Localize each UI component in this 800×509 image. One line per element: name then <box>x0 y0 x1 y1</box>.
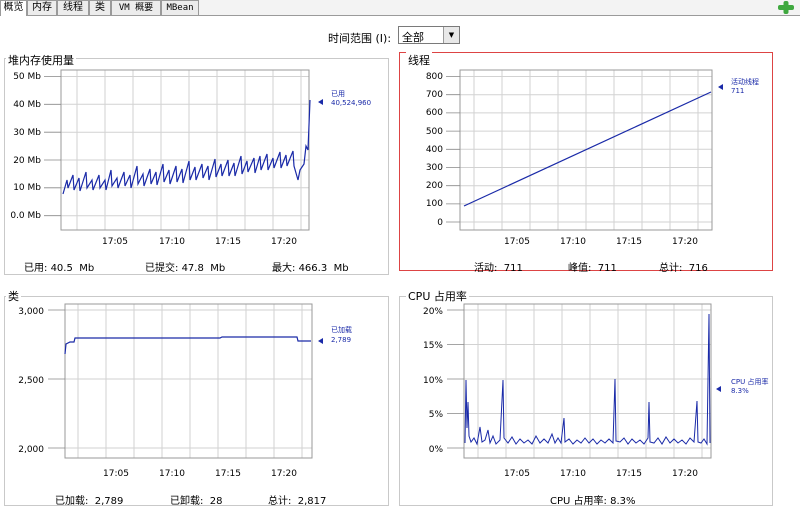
time-range-select[interactable]: 全部 ▼ <box>398 26 460 44</box>
legend-marker-icon <box>318 338 323 344</box>
legend-marker-icon <box>318 99 323 105</box>
x-tick: 17:20 <box>271 237 297 247</box>
y-tick: 0.0 Mb <box>10 211 41 221</box>
y-tick: 400 <box>426 145 443 155</box>
tab-threads[interactable]: 线程 <box>57 0 89 15</box>
x-tick: 17:15 <box>215 469 241 479</box>
tab-overview[interactable]: 概览 <box>0 0 27 16</box>
heap-footer-committed: 已提交: 47.8 Mb <box>145 263 226 274</box>
heap-chart: 50 Mb 40 Mb 30 Mb 20 Mb 10 Mb 0.0 Mb 17:… <box>10 69 371 247</box>
classes-footer-loaded: 已加载: 2,789 <box>55 496 124 507</box>
heap-legend-value: 40,524,960 <box>331 99 371 107</box>
y-tick: 100 <box>426 199 443 209</box>
y-tick: 2,000 <box>18 445 44 455</box>
x-tick: 17:20 <box>271 469 297 479</box>
cpu-footer: CPU 占用率: 8.3% <box>550 496 636 507</box>
time-range-label: 时间范围 (I): <box>328 32 392 45</box>
legend-marker-icon <box>718 84 723 90</box>
y-tick: 15% <box>423 341 443 351</box>
cpu-chart: 20% 15% 10% 5% 0% 17:05 17:10 17:15 17:2… <box>423 303 768 479</box>
tab-classes[interactable]: 类 <box>89 0 111 15</box>
x-tick: 17:10 <box>560 237 586 247</box>
y-tick: 2,500 <box>18 376 44 386</box>
time-range-value: 全部 <box>402 31 424 44</box>
threads-legend-label: 活动线程 <box>731 77 759 86</box>
y-tick: 10% <box>423 376 443 386</box>
tab-mbeans[interactable]: MBean <box>161 0 199 15</box>
threads-footer-total: 总计: 716 <box>659 263 708 274</box>
cpu-legend-label: CPU 占用率 <box>731 377 768 386</box>
classes-footer-unloaded: 已卸载: 28 <box>170 496 223 507</box>
threads-footer-live: 活动: 711 <box>474 263 523 274</box>
cpu-legend-value: 8.3% <box>731 387 749 395</box>
y-tick: 30 Mb <box>13 128 41 138</box>
y-tick: 0 <box>437 218 443 228</box>
y-tick: 0% <box>429 445 444 455</box>
classes-footer-total: 总计: 2,817 <box>268 496 327 507</box>
x-tick: 17:15 <box>616 469 642 479</box>
y-tick: 10 Mb <box>13 183 41 193</box>
y-tick: 20 Mb <box>13 156 41 166</box>
tab-vm-summary[interactable]: VM 概要 <box>111 0 161 15</box>
y-tick: 600 <box>426 108 443 118</box>
tab-bar: 概览 内存 线程 类 VM 概要 MBean <box>0 0 800 16</box>
x-tick: 17:10 <box>159 469 185 479</box>
heap-legend-label: 已用 <box>331 90 345 98</box>
x-tick: 17:15 <box>215 237 241 247</box>
threads-footer-peak: 峰值: 711 <box>568 263 617 274</box>
heap-footer-max: 最大: 466.3 Mb <box>272 263 349 274</box>
y-tick: 800 <box>426 72 443 82</box>
y-tick: 40 Mb <box>13 100 41 110</box>
x-tick: 17:10 <box>560 469 586 479</box>
y-tick: 200 <box>426 181 443 191</box>
y-tick: 20% <box>423 307 443 317</box>
x-tick: 17:20 <box>672 237 698 247</box>
heap-footer: 已用: 40.5 Mb <box>24 263 95 274</box>
y-tick: 5% <box>429 410 444 420</box>
threads-legend-value: 711 <box>731 87 744 95</box>
add-connection-icon[interactable] <box>778 1 794 14</box>
x-tick: 17:20 <box>672 469 698 479</box>
x-tick: 17:05 <box>103 469 129 479</box>
x-tick: 17:10 <box>159 237 185 247</box>
threads-chart: 800 700 600 500 400 300 200 100 0 17:05 … <box>426 69 759 247</box>
classes-legend-value: 2,789 <box>331 336 351 344</box>
x-tick: 17:05 <box>504 469 530 479</box>
x-tick: 17:15 <box>616 237 642 247</box>
classes-legend-label: 已加载 <box>331 325 352 334</box>
y-tick: 3,000 <box>18 307 44 317</box>
y-tick: 300 <box>426 163 443 173</box>
x-tick: 17:05 <box>504 237 530 247</box>
classes-chart: 3,000 2,500 2,000 17:05 17:10 17:15 17:2… <box>18 303 352 479</box>
y-tick: 700 <box>426 90 443 100</box>
y-tick: 50 Mb <box>13 72 41 82</box>
y-tick: 500 <box>426 127 443 137</box>
chevron-down-icon[interactable]: ▼ <box>443 27 459 43</box>
legend-marker-icon <box>716 386 721 392</box>
tab-memory[interactable]: 内存 <box>27 0 57 15</box>
x-tick: 17:05 <box>102 237 128 247</box>
